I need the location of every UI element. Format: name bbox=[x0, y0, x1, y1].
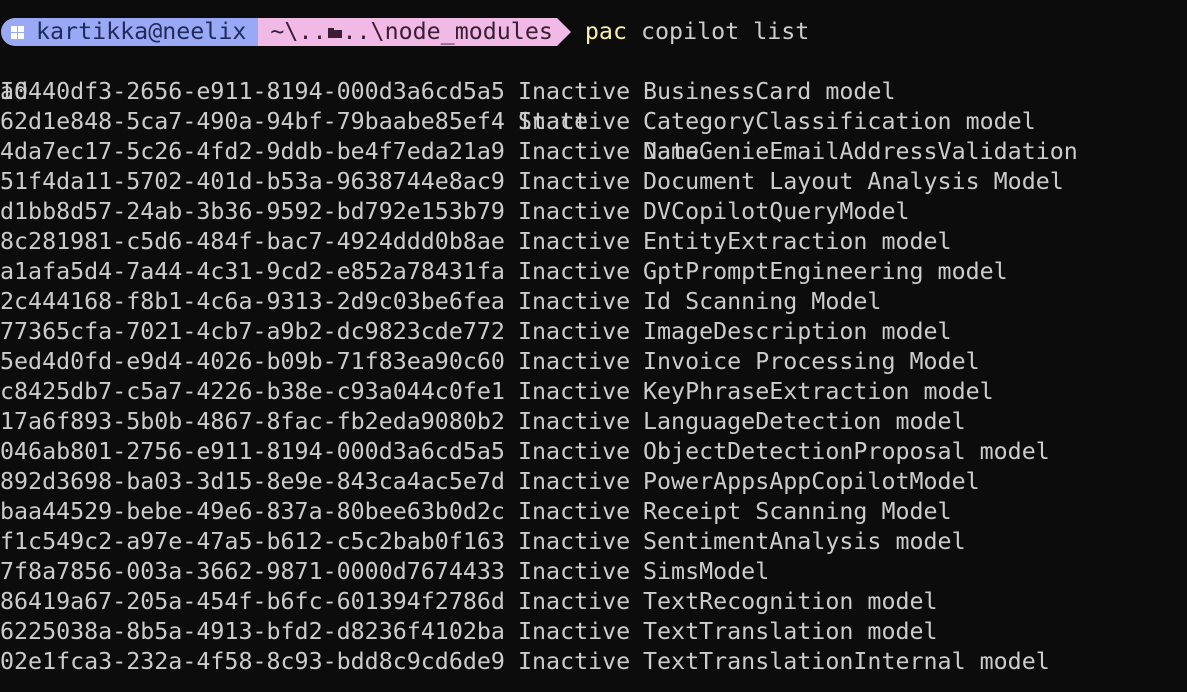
prompt-path-prefix: ~\.. bbox=[270, 18, 327, 45]
row-name: DVCopilotQueryModel bbox=[643, 198, 910, 225]
row-name: ObjectDetectionProposal model bbox=[643, 438, 1050, 465]
row-state: Inactive bbox=[518, 258, 631, 285]
row-state: Inactive bbox=[518, 408, 631, 435]
table-row: 77365cfa-7021-4cb7-a9b2-dc9823cde772 Inac… bbox=[0, 317, 1187, 347]
table-row: f1c549c2-a97e-47a5-b612-c5c2bab0f163 Inac… bbox=[0, 527, 1187, 557]
row-id: 8c281981-c5d6-484f-bac7-4924ddd0b8ae bbox=[0, 228, 505, 255]
table-row: a0440df3-2656-e911-8194-000d3a6cd5a5 Inac… bbox=[0, 77, 1187, 107]
row-state: Inactive bbox=[518, 618, 631, 645]
row-id: c8425db7-c5a7-4226-b38e-c93a044c0fe1 bbox=[0, 378, 505, 405]
row-state: Inactive bbox=[518, 138, 631, 165]
row-name: Id Scanning Model bbox=[643, 288, 882, 315]
row-id: 046ab801-2756-e911-8194-000d3a6cd5a5 bbox=[0, 438, 505, 465]
row-name: EntityExtraction model bbox=[643, 228, 952, 255]
table-row: 046ab801-2756-e911-8194-000d3a6cd5a5 Inac… bbox=[0, 437, 1187, 467]
prompt-user: kartikka@neelix bbox=[36, 18, 247, 45]
row-state: Inactive bbox=[518, 468, 631, 495]
command-name: pac bbox=[584, 18, 627, 45]
table-row: 7f8a7856-003a-3662-9871-0000d7674433 Inac… bbox=[0, 557, 1187, 587]
table-row: 62d1e848-5ca7-490a-94bf-79baabe85ef4 Inac… bbox=[0, 107, 1187, 137]
row-id: 4da7ec17-5c26-4fd2-9ddb-be4f7eda21a9 bbox=[0, 138, 505, 165]
command-arguments: copilot list bbox=[641, 18, 810, 45]
row-name: PowerAppsAppCopilotModel bbox=[643, 468, 980, 495]
row-name: DataGenieEmailAddressValidation bbox=[643, 138, 1078, 165]
prompt-path-suffix: ..\node_modules bbox=[342, 18, 553, 45]
table-body: a0440df3-2656-e911-8194-000d3a6cd5a5 Inac… bbox=[0, 77, 1187, 677]
table-row: 6225038a-8b5a-4913-bfd2-d8236f4102ba Inac… bbox=[0, 617, 1187, 647]
row-state: Inactive bbox=[518, 648, 631, 675]
row-state: Inactive bbox=[518, 588, 631, 615]
table-row: d1bb8d57-24ab-3b36-9592-bd792e153b79 Inac… bbox=[0, 197, 1187, 227]
row-state: Inactive bbox=[518, 108, 631, 135]
row-state: Inactive bbox=[518, 498, 631, 525]
row-id: 5ed4d0fd-e9d4-4026-b09b-71f83ea90c60 bbox=[0, 348, 505, 375]
row-name: ImageDescription model bbox=[643, 318, 952, 345]
prompt-line: kartikka@neelix ~\.. ..\node_modules pac… bbox=[0, 17, 1187, 47]
row-id: f1c549c2-a97e-47a5-b612-c5c2bab0f163 bbox=[0, 528, 505, 555]
row-state: Inactive bbox=[518, 198, 631, 225]
table-row: 4da7ec17-5c26-4fd2-9ddb-be4f7eda21a9 Inac… bbox=[0, 137, 1187, 167]
row-name: Invoice Processing Model bbox=[643, 348, 980, 375]
row-state: Inactive bbox=[518, 558, 631, 585]
table-header: Id State Name bbox=[0, 47, 1187, 165]
row-id: a1afa5d4-7a44-4c31-9cd2-e852a78431fa bbox=[0, 258, 505, 285]
row-name: SentimentAnalysis model bbox=[643, 528, 966, 555]
row-id: 02e1fca3-232a-4f58-8c93-bdd8c9cd6de9 bbox=[0, 648, 505, 675]
row-name: CategoryClassification model bbox=[643, 108, 1036, 135]
prompt-path-segment: ~\.. ..\node_modules bbox=[258, 18, 571, 46]
row-id: 892d3698-ba03-3d15-8e9e-843ca4ac5e7d bbox=[0, 468, 505, 495]
table-row: 2c444168-f8b1-4c6a-9313-2d9c03be6fea Inac… bbox=[0, 287, 1187, 317]
row-state: Inactive bbox=[518, 288, 631, 315]
terminal-window[interactable]: kartikka@neelix ~\.. ..\node_modules pac… bbox=[0, 0, 1187, 692]
row-state: Inactive bbox=[518, 168, 631, 195]
row-state: Inactive bbox=[518, 348, 631, 375]
row-name: GptPromptEngineering model bbox=[643, 258, 1008, 285]
row-state: Inactive bbox=[518, 528, 631, 555]
row-name: BusinessCard model bbox=[643, 78, 896, 105]
table-row: 892d3698-ba03-3d15-8e9e-843ca4ac5e7d Inac… bbox=[0, 467, 1187, 497]
windows-icon bbox=[11, 25, 24, 39]
row-name: TextTranslationInternal model bbox=[643, 648, 1050, 675]
row-name: KeyPhraseExtraction model bbox=[643, 378, 994, 405]
row-id: 86419a67-205a-454f-b6fc-601394f2786d bbox=[0, 588, 505, 615]
row-state: Inactive bbox=[518, 378, 631, 405]
row-id: 51f4da11-5702-401d-b53a-9638744e8ac9 bbox=[0, 168, 505, 195]
table-row: 02e1fca3-232a-4f58-8c93-bdd8c9cd6de9 Inac… bbox=[0, 647, 1187, 677]
row-name: TextRecognition model bbox=[643, 588, 938, 615]
command-args: copilot list bbox=[627, 17, 809, 47]
row-id: d1bb8d57-24ab-3b36-9592-bd792e153b79 bbox=[0, 198, 505, 225]
row-id: 6225038a-8b5a-4913-bfd2-d8236f4102ba bbox=[0, 618, 505, 645]
table-row: 51f4da11-5702-401d-b53a-9638744e8ac9 Inac… bbox=[0, 167, 1187, 197]
table-row: a1afa5d4-7a44-4c31-9cd2-e852a78431fa Inac… bbox=[0, 257, 1187, 287]
row-name: Receipt Scanning Model bbox=[643, 498, 952, 525]
table-row: 8c281981-c5d6-484f-bac7-4924ddd0b8ae Inac… bbox=[0, 227, 1187, 257]
row-state: Inactive bbox=[518, 228, 631, 255]
row-state: Inactive bbox=[518, 438, 631, 465]
row-name: SimsModel bbox=[643, 558, 770, 585]
table-row: baa44529-bebe-49e6-837a-80bee63b0d2c Inac… bbox=[0, 497, 1187, 527]
row-id: 2c444168-f8b1-4c6a-9313-2d9c03be6fea bbox=[0, 288, 505, 315]
table-row: 17a6f893-5b0b-4867-8fac-fb2eda9080b2 Inac… bbox=[0, 407, 1187, 437]
row-state: Inactive bbox=[518, 78, 631, 105]
row-id: 17a6f893-5b0b-4867-8fac-fb2eda9080b2 bbox=[0, 408, 505, 435]
table-row: 86419a67-205a-454f-b6fc-601394f2786d Inac… bbox=[0, 587, 1187, 617]
row-id: 7f8a7856-003a-3662-9871-0000d7674433 bbox=[0, 558, 505, 585]
table-row: c8425db7-c5a7-4226-b38e-c93a044c0fe1 Inac… bbox=[0, 377, 1187, 407]
prompt-user-segment: kartikka@neelix bbox=[1, 18, 259, 46]
row-id: baa44529-bebe-49e6-837a-80bee63b0d2c bbox=[0, 498, 505, 525]
row-state: Inactive bbox=[518, 318, 631, 345]
folder-icon bbox=[327, 28, 342, 38]
table-row: 5ed4d0fd-e9d4-4026-b09b-71f83ea90c60 Inac… bbox=[0, 347, 1187, 377]
row-name: TextTranslation model bbox=[643, 618, 938, 645]
row-name: Document Layout Analysis Model bbox=[643, 168, 1064, 195]
row-id: a0440df3-2656-e911-8194-000d3a6cd5a5 bbox=[0, 78, 505, 105]
row-id: 62d1e848-5ca7-490a-94bf-79baabe85ef4 bbox=[0, 108, 505, 135]
row-name: LanguageDetection model bbox=[643, 408, 966, 435]
row-id: 77365cfa-7021-4cb7-a9b2-dc9823cde772 bbox=[0, 318, 505, 345]
